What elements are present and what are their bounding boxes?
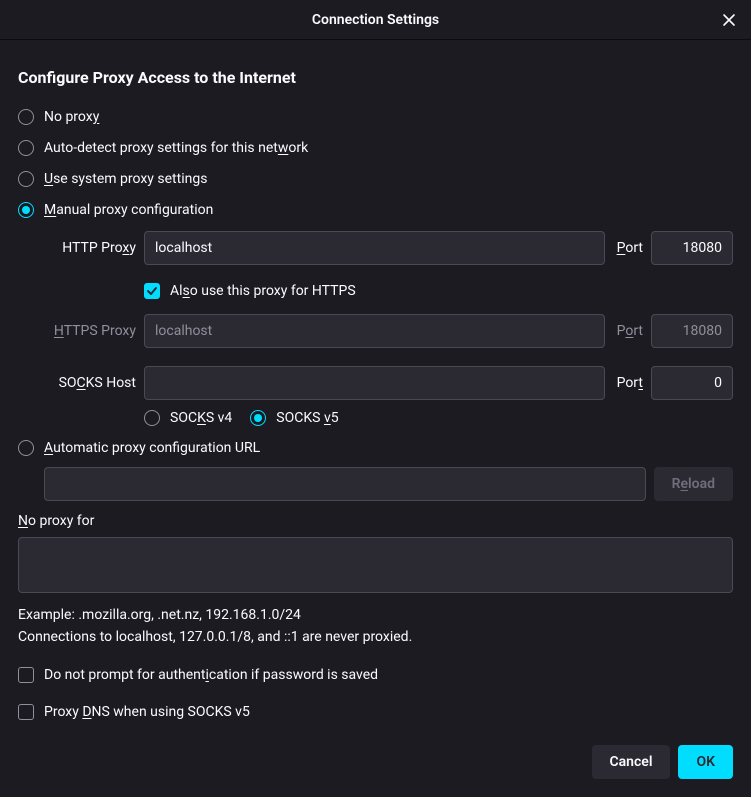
radio-label: Auto-detect proxy settings for this netw…: [44, 140, 308, 156]
radio-label: Use system proxy settings: [44, 171, 207, 187]
manual-proxy-fields: HTTP Proxy Port Also use this proxy for …: [44, 231, 733, 426]
https-proxy-row: HTTPS Proxy Port: [44, 314, 733, 348]
https-proxy-label: HTTPS Proxy: [44, 323, 136, 339]
socks-port-label: Port: [617, 375, 643, 391]
checkbox-label: Do not prompt for authentication if pass…: [44, 667, 378, 683]
https-proxy-host-input: [144, 314, 605, 348]
socks-host-input[interactable]: [144, 366, 605, 400]
checkbox-icon: [18, 667, 34, 683]
radio-label: Manual proxy configuration: [44, 202, 213, 218]
radio-no-proxy[interactable]: No proxy: [18, 101, 733, 132]
no-proxy-for-label: No proxy for: [18, 513, 733, 529]
radio-icon: [250, 410, 266, 426]
radio-icon: [144, 410, 160, 426]
socks-host-label: SOCKS Host: [44, 375, 136, 391]
http-proxy-port-input[interactable]: [651, 231, 733, 265]
dialog-footer: Cancel OK: [0, 737, 751, 797]
radio-icon: [18, 202, 34, 218]
example-text: Example: .mozilla.org, .net.nz, 192.168.…: [18, 607, 733, 623]
radio-icon: [18, 109, 34, 125]
socks-host-row: SOCKS Host Port: [44, 366, 733, 400]
radio-label: SOCKS v5: [276, 410, 338, 426]
checkbox-icon: [18, 704, 34, 720]
http-proxy-row: HTTP Proxy Port: [44, 231, 733, 265]
titlebar: Connection Settings: [0, 0, 751, 40]
http-proxy-label: HTTP Proxy: [44, 240, 136, 256]
radio-icon: [18, 171, 34, 187]
socks-port-input[interactable]: [651, 366, 733, 400]
ok-button[interactable]: OK: [678, 745, 733, 779]
radio-icon: [18, 140, 34, 156]
also-use-https-checkbox[interactable]: Also use this proxy for HTTPS: [144, 275, 733, 306]
https-port-label: Port: [617, 323, 643, 339]
section-heading: Configure Proxy Access to the Internet: [18, 68, 733, 87]
pac-url-input: [44, 467, 646, 501]
checkbox-icon: [144, 283, 160, 299]
dialog-title: Connection Settings: [312, 12, 439, 28]
checkbox-label: Proxy DNS when using SOCKS v5: [44, 704, 250, 720]
localhost-note: Connections to localhost, 127.0.0.1/8, a…: [18, 629, 733, 645]
close-icon: [722, 13, 736, 27]
no-prompt-auth-checkbox[interactable]: Do not prompt for authentication if pass…: [18, 659, 733, 690]
radio-auto-detect[interactable]: Auto-detect proxy settings for this netw…: [18, 132, 733, 163]
http-proxy-host-input[interactable]: [144, 231, 605, 265]
radio-label: SOCKS v4: [170, 410, 232, 426]
checkbox-label: Also use this proxy for HTTPS: [170, 283, 356, 299]
reload-button: Reload: [654, 467, 733, 501]
radio-pac-url[interactable]: Automatic proxy configuration URL: [18, 432, 733, 463]
socks-version-row: SOCKS v4 SOCKS v5: [144, 410, 733, 426]
radio-socks-v4[interactable]: SOCKS v4: [144, 410, 232, 426]
no-proxy-for-textarea[interactable]: [18, 537, 733, 593]
https-proxy-port-input: [651, 314, 733, 348]
dialog-content: Configure Proxy Access to the Internet N…: [0, 40, 751, 737]
http-port-label: Port: [617, 240, 643, 256]
radio-label: No proxy: [44, 109, 99, 125]
radio-manual-proxy[interactable]: Manual proxy configuration: [18, 194, 733, 225]
radio-system-proxy[interactable]: Use system proxy settings: [18, 163, 733, 194]
radio-icon: [18, 440, 34, 456]
close-button[interactable]: [719, 10, 739, 30]
radio-label: Automatic proxy configuration URL: [44, 440, 260, 456]
radio-socks-v5[interactable]: SOCKS v5: [250, 410, 338, 426]
cancel-button[interactable]: Cancel: [592, 745, 671, 779]
proxy-dns-checkbox[interactable]: Proxy DNS when using SOCKS v5: [18, 696, 733, 727]
pac-row: Reload: [44, 467, 733, 501]
